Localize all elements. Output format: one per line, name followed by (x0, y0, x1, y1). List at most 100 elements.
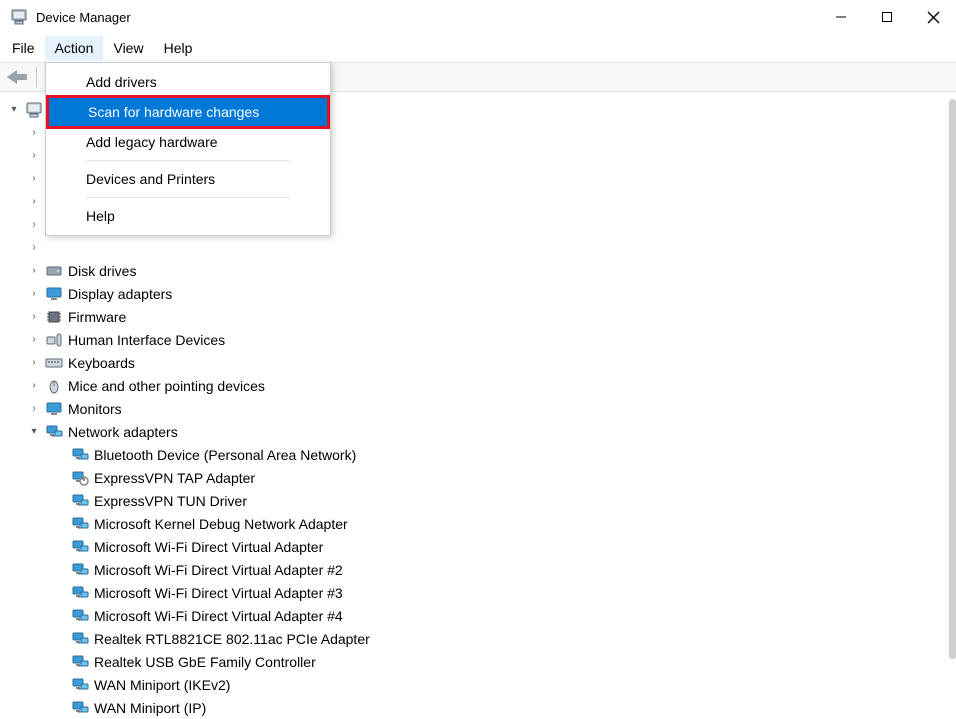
tree-label: Network adapters (68, 424, 178, 440)
chevron-down-icon[interactable]: ▾ (28, 426, 40, 437)
tree-row[interactable]: Realtek RTL8821CE 802.11ac PCIe Adapter (8, 627, 956, 650)
chevron-placeholder (54, 656, 66, 667)
chevron-right-icon[interactable]: › (28, 196, 40, 207)
network-icon (71, 607, 89, 625)
chevron-placeholder (54, 587, 66, 598)
tree-label: Microsoft Wi-Fi Direct Virtual Adapter #… (94, 562, 343, 578)
network-icon (71, 515, 89, 533)
tree-label: Human Interface Devices (68, 332, 225, 348)
tree-row[interactable]: ExpressVPN TAP Adapter (8, 466, 956, 489)
chevron-placeholder (54, 633, 66, 644)
tree-label: Display adapters (68, 286, 172, 302)
tree-label: Realtek USB GbE Family Controller (94, 654, 316, 670)
network-icon (71, 492, 89, 510)
tree-row[interactable]: WAN Miniport (IP) (8, 696, 956, 719)
network-icon (71, 630, 89, 648)
maximize-button[interactable] (864, 0, 910, 34)
network-icon (71, 538, 89, 556)
menu-separator (86, 160, 290, 161)
firmware-icon (45, 308, 63, 326)
tree-row[interactable]: › Firmware (8, 305, 956, 328)
hidden-icon (45, 239, 63, 257)
chevron-right-icon[interactable]: › (28, 150, 40, 161)
tree-row[interactable]: ▾ Network adapters (8, 420, 956, 443)
network-icon (71, 676, 89, 694)
network-icon (71, 446, 89, 464)
tree-label: Mice and other pointing devices (68, 378, 265, 394)
tree-row[interactable]: WAN Miniport (IKEv2) (8, 673, 956, 696)
tree-row[interactable]: Microsoft Wi-Fi Direct Virtual Adapter #… (8, 558, 956, 581)
chevron-right-icon[interactable]: › (28, 357, 40, 368)
tree-row[interactable]: › Monitors (8, 397, 956, 420)
menu-devices-printers[interactable]: Devices and Printers (46, 164, 330, 194)
menu-help[interactable]: Help (46, 201, 330, 231)
chevron-right-icon[interactable]: › (28, 288, 40, 299)
tree-label: Bluetooth Device (Personal Area Network) (94, 447, 356, 463)
chevron-right-icon[interactable]: › (28, 219, 40, 230)
chevron-right-icon[interactable]: › (28, 403, 40, 414)
chevron-right-icon[interactable]: › (28, 242, 40, 253)
tree-row[interactable]: Microsoft Wi-Fi Direct Virtual Adapter #… (8, 581, 956, 604)
tree-row[interactable]: ExpressVPN TUN Driver (8, 489, 956, 512)
hid-icon (45, 331, 63, 349)
chevron-right-icon[interactable]: › (28, 380, 40, 391)
chevron-placeholder (54, 564, 66, 575)
chevron-placeholder (54, 518, 66, 529)
tree-row[interactable]: Microsoft Wi-Fi Direct Virtual Adapter (8, 535, 956, 558)
tree-row[interactable]: Bluetooth Device (Personal Area Network) (8, 443, 956, 466)
tree-row[interactable]: Realtek USB GbE Family Controller (8, 650, 956, 673)
tree-label: Microsoft Wi-Fi Direct Virtual Adapter #… (94, 585, 343, 601)
chevron-placeholder (54, 472, 66, 483)
chevron-right-icon[interactable]: › (28, 265, 40, 276)
menu-file[interactable]: File (2, 36, 45, 60)
tree-label: Microsoft Kernel Debug Network Adapter (94, 516, 348, 532)
chevron-placeholder (54, 610, 66, 621)
tree-label: WAN Miniport (IKEv2) (94, 677, 230, 693)
computer-icon (25, 101, 43, 119)
menubar: File Action View Help (0, 34, 956, 62)
network-g-icon (71, 469, 89, 487)
chevron-down-icon[interactable]: ▾ (8, 104, 20, 115)
network-icon (71, 561, 89, 579)
titlebar: Device Manager (0, 0, 956, 34)
network-icon (71, 584, 89, 602)
chevron-right-icon[interactable]: › (28, 127, 40, 138)
action-dropdown: Add driversScan for hardware changesAdd … (45, 62, 331, 236)
close-button[interactable] (910, 0, 956, 34)
tree-label: Keyboards (68, 355, 135, 371)
back-button[interactable] (4, 66, 30, 88)
tree-row[interactable]: ›Disk drives (8, 259, 956, 282)
tree-row[interactable]: › Display adapters (8, 282, 956, 305)
vertical-scrollbar[interactable] (949, 99, 956, 659)
keyboard-icon (45, 354, 63, 372)
tree-label: Microsoft Wi-Fi Direct Virtual Adapter #… (94, 608, 343, 624)
disk-icon (45, 262, 63, 280)
mouse-icon (45, 377, 63, 395)
menu-action[interactable]: Action (45, 36, 104, 60)
menu-add-drivers[interactable]: Add drivers (46, 67, 330, 97)
monitor-icon (45, 400, 63, 418)
tree-row[interactable]: › Human Interface Devices (8, 328, 956, 351)
tree-row[interactable]: Microsoft Kernel Debug Network Adapter (8, 512, 956, 535)
tree-label: Microsoft Wi-Fi Direct Virtual Adapter (94, 539, 323, 555)
tree-row[interactable]: › (8, 236, 956, 259)
menu-add-legacy[interactable]: Add legacy hardware (46, 127, 330, 157)
tree-label: Monitors (68, 401, 122, 417)
menu-scan-hardware[interactable]: Scan for hardware changes (48, 97, 328, 127)
minimize-button[interactable] (818, 0, 864, 34)
tree-row[interactable]: Microsoft Wi-Fi Direct Virtual Adapter #… (8, 604, 956, 627)
tree-row[interactable]: › Mice and other pointing devices (8, 374, 956, 397)
network-icon (71, 699, 89, 717)
menu-view[interactable]: View (103, 36, 153, 60)
chevron-right-icon[interactable]: › (28, 334, 40, 345)
toolbar-sep (36, 67, 37, 87)
tree-row[interactable]: › Keyboards (8, 351, 956, 374)
network-icon (71, 653, 89, 671)
chevron-placeholder (54, 495, 66, 506)
app-icon (10, 8, 28, 26)
menu-help[interactable]: Help (154, 36, 203, 60)
tree-label: Firmware (68, 309, 126, 325)
chevron-right-icon[interactable]: › (28, 173, 40, 184)
chevron-right-icon[interactable]: › (28, 311, 40, 322)
chevron-placeholder (54, 702, 66, 713)
